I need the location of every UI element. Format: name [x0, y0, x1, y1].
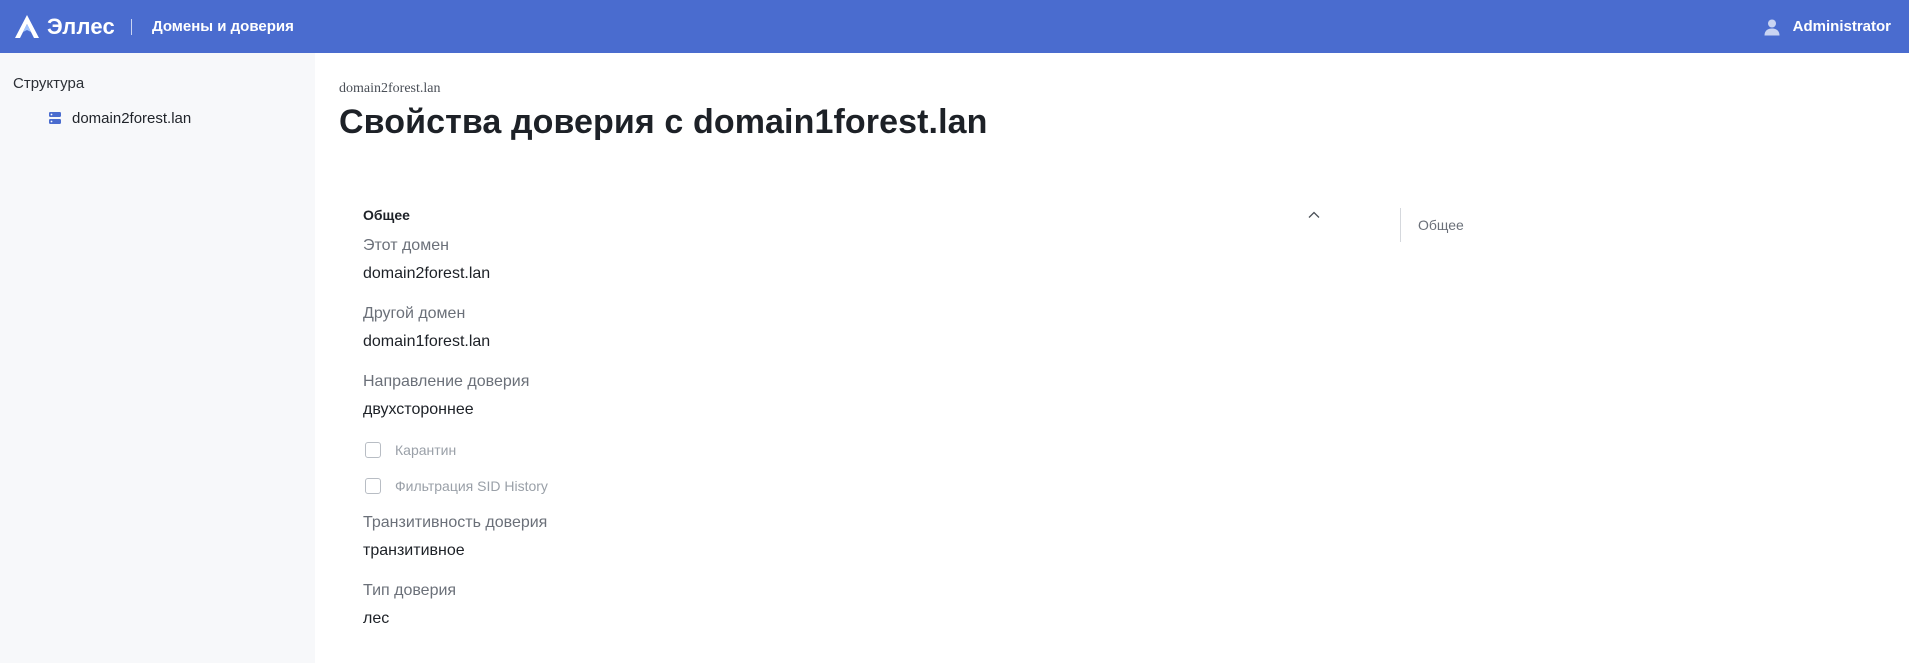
server-icon: [48, 111, 72, 125]
breadcrumb[interactable]: domain2forest.lan: [339, 81, 440, 97]
sidebar-item-domain2forest[interactable]: domain2forest.lan: [48, 107, 191, 129]
field-label-this-domain: Этот домен: [363, 237, 449, 254]
card-header-general[interactable]: Общее: [363, 203, 1323, 227]
field-value-trust-direction: двухстороннее: [363, 401, 474, 418]
field-value-trust-type: лес: [363, 610, 390, 627]
main-content: domain2forest.lan Свойства доверия с dom…: [315, 53, 1909, 663]
user-icon: [1763, 18, 1793, 36]
user-name: Administrator: [1792, 18, 1891, 35]
field-label-other-domain: Другой домен: [363, 305, 466, 322]
checkbox-quarantine[interactable]: Карантин: [365, 442, 456, 458]
field-value-this-domain: domain2forest.lan: [363, 265, 491, 282]
app-name: Эллес: [47, 13, 115, 39]
page-title: Свойства доверия с domain1forest.lan: [339, 103, 988, 141]
user-menu[interactable]: Administrator: [1763, 0, 1891, 53]
field-label-trust-type: Тип доверия: [363, 582, 457, 599]
field-value-transitivity: транзитивное: [363, 542, 465, 559]
card-title: Общее: [363, 207, 410, 223]
sidebar-heading: Структура: [13, 75, 85, 92]
checkbox-sid-history[interactable]: Фильтрация SID History: [365, 478, 548, 494]
field-value-other-domain: domain1forest.lan: [363, 333, 491, 350]
toc-item-general[interactable]: Общее: [1400, 208, 1464, 242]
field-label-transitivity: Транзитивность доверия: [363, 514, 548, 531]
checkbox-box[interactable]: [365, 442, 381, 458]
sidebar: Структура domain2forest.lan: [0, 53, 315, 663]
field-label-trust-direction: Направление доверия: [363, 373, 530, 390]
sidebar-item-label: domain2forest.lan: [72, 109, 192, 127]
checkbox-box[interactable]: [365, 478, 381, 494]
logo-icon: [12, 13, 42, 41]
section-title: Домены и доверия: [151, 18, 294, 35]
chevron-up-icon[interactable]: [1307, 208, 1323, 222]
header-divider: [130, 18, 132, 35]
top-bar: Эллес Домены и доверия Administrator: [0, 0, 1909, 53]
checkbox-label: Карантин: [395, 442, 457, 458]
logo[interactable]: Эллес: [12, 13, 115, 41]
checkbox-label: Фильтрация SID History: [395, 478, 548, 494]
